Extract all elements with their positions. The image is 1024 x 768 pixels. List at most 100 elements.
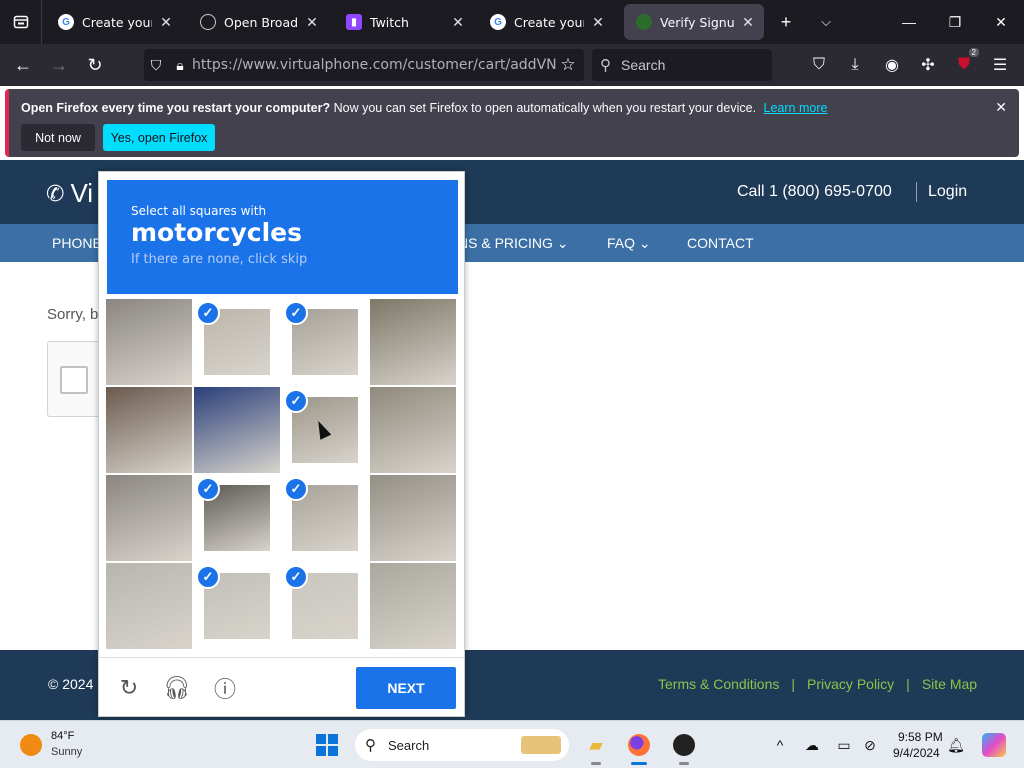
terms-link[interactable]: Terms & Conditions	[658, 676, 779, 692]
learn-more-link[interactable]: Learn more	[764, 101, 828, 115]
checkmark-icon: ✓	[284, 301, 308, 325]
obs-icon	[673, 734, 695, 756]
list-all-tabs-button[interactable]: ⌵	[812, 8, 840, 36]
clock-date[interactable]: 9/4/2024	[893, 746, 940, 760]
address-bar[interactable]: ⛉ 🔒︎ https://www.virtualphone.com/custom…	[144, 49, 584, 81]
google-icon: G	[490, 14, 506, 30]
shield-icon[interactable]: ⛉	[144, 57, 168, 74]
captcha-tile[interactable]	[106, 563, 192, 649]
recaptcha-checkbox[interactable]	[60, 366, 88, 394]
forward-button[interactable]: →	[44, 50, 74, 80]
chevron-up-icon[interactable]: ^	[770, 735, 790, 755]
running-indicator	[631, 762, 647, 765]
windows-start-icon[interactable]	[316, 734, 338, 756]
display-icon[interactable]: ▭	[834, 735, 854, 755]
captcha-tile[interactable]	[106, 387, 192, 473]
close-icon[interactable]: ✕	[158, 14, 174, 30]
search-placeholder: Search	[621, 57, 666, 73]
onedrive-icon[interactable]: ☁	[802, 735, 822, 755]
downloads-button[interactable]: ⤓	[840, 50, 870, 80]
star-icon[interactable]: ☆	[556, 55, 580, 75]
yes-open-firefox-button[interactable]: Yes, open Firefox	[103, 124, 215, 151]
captcha-tile[interactable]	[106, 475, 192, 561]
captcha-tile[interactable]	[370, 563, 456, 649]
taskbar: 84°F Sunny ⚲ Search ▰ ^ ☁ ▭ ⊘ 9:58 PM 9/…	[0, 720, 1024, 768]
file-explorer-icon[interactable]: ▰	[580, 729, 612, 765]
tab-twitch[interactable]: ▮ Twitch ✕	[334, 4, 474, 40]
tab-open-broadcast[interactable]: Open Broadcast ✕	[188, 4, 328, 40]
captcha-tile[interactable]	[370, 475, 456, 561]
close-icon[interactable]: ✕	[590, 14, 606, 30]
captcha-tile[interactable]: ✓	[194, 475, 280, 561]
nav-plans-pricing[interactable]: NS & PRICING ⌄	[458, 235, 569, 252]
next-button[interactable]: NEXT	[356, 667, 456, 709]
info-icon[interactable]: ⓘ	[211, 674, 239, 702]
not-now-button[interactable]: Not now	[21, 124, 95, 151]
captcha-tile[interactable]	[194, 387, 280, 473]
nav-contact[interactable]: CONTACT	[687, 235, 754, 251]
restore-button[interactable]: ❐	[932, 0, 978, 44]
weather-temp[interactable]: 84°F	[51, 730, 74, 742]
close-icon[interactable]: ✕	[450, 14, 466, 30]
close-icon[interactable]: ✕	[995, 99, 1007, 116]
obs-taskbar-icon[interactable]	[668, 729, 700, 765]
firefox-view-icon	[13, 15, 28, 29]
nav-faq[interactable]: FAQ ⌄	[607, 235, 651, 252]
captcha-tile[interactable]: ✓	[282, 299, 368, 385]
nav-phone[interactable]: PHONE	[52, 235, 102, 251]
captcha-tile[interactable]	[370, 299, 456, 385]
captcha-footer: ↻ 🎧︎ ⓘ NEXT	[99, 657, 464, 717]
close-icon[interactable]: ✕	[740, 14, 756, 30]
account-button[interactable]: ◉	[877, 50, 907, 80]
weather-condition[interactable]: Sunny	[51, 746, 82, 758]
search-icon: ⚲	[365, 737, 376, 754]
captcha-tile[interactable]: ✓	[194, 563, 280, 649]
hamburger-icon: ☰	[992, 57, 1008, 74]
firefox-taskbar-icon[interactable]	[623, 729, 655, 765]
search-bar[interactable]: ⚲ Search	[592, 49, 772, 81]
extensions-button[interactable]: ✣	[913, 50, 943, 80]
tab-create-google-1[interactable]: G Create your Goo ✕	[46, 4, 182, 40]
tab-verify-signup[interactable]: Verify Signup ✕	[624, 4, 764, 40]
back-button[interactable]: ←	[8, 50, 38, 80]
firefox-view-button[interactable]	[0, 0, 42, 44]
network-icon[interactable]: ⊘	[860, 735, 880, 755]
captcha-tile-image	[106, 563, 192, 649]
close-icon: ✕	[995, 13, 1007, 30]
taskbar-search[interactable]: ⚲ Search	[355, 729, 569, 761]
ublock-button[interactable]: ⛊ 2	[949, 48, 979, 80]
pocket-button[interactable]: ⛉	[804, 50, 834, 80]
captcha-tile[interactable]: ✓	[282, 563, 368, 649]
url-text[interactable]: https://www.virtualphone.com/customer/ca…	[192, 57, 556, 73]
sitemap-link[interactable]: Site Map	[922, 676, 977, 692]
sun-icon[interactable]	[20, 734, 42, 756]
default-browser-notification: Open Firefox every time you restart your…	[5, 89, 1019, 157]
captcha-tile[interactable]: ✓	[194, 299, 280, 385]
reload-icon[interactable]: ↻	[115, 674, 143, 702]
site-logo[interactable]: ✆ Vi	[46, 178, 93, 209]
close-icon[interactable]: ✕	[304, 14, 320, 30]
call-link[interactable]: Call 1 (800) 695-0700	[737, 183, 892, 201]
puzzle-icon: ✣	[921, 57, 935, 74]
copilot-icon[interactable]	[982, 733, 1006, 757]
bell-icon[interactable]: 🔔︎	[946, 735, 966, 755]
lock-icon[interactable]: 🔒︎	[168, 57, 192, 74]
new-tab-button[interactable]: +	[772, 8, 800, 36]
reload-button[interactable]: ↻	[80, 50, 110, 80]
clock-time[interactable]: 9:58 PM	[898, 730, 943, 744]
captcha-tile[interactable]: ✓	[282, 475, 368, 561]
captcha-tile[interactable]	[370, 387, 456, 473]
notification-bold-text: Open Firefox every time you restart your…	[21, 101, 331, 115]
account-icon: ◉	[885, 57, 899, 74]
close-window-button[interactable]: ✕	[978, 0, 1024, 44]
login-link[interactable]: Login	[928, 183, 967, 201]
tab-title: Create your Goo	[82, 14, 152, 30]
captcha-tile[interactable]	[106, 299, 192, 385]
tab-create-google-2[interactable]: G Create your Goo ✕	[478, 4, 614, 40]
search-icon: ⚲	[600, 57, 611, 74]
minimize-button[interactable]: —	[886, 0, 932, 44]
headphones-icon[interactable]: 🎧︎	[163, 674, 191, 702]
menu-button[interactable]: ☰	[985, 50, 1015, 80]
checkmark-icon: ✓	[196, 565, 220, 589]
privacy-link[interactable]: Privacy Policy	[807, 676, 894, 692]
